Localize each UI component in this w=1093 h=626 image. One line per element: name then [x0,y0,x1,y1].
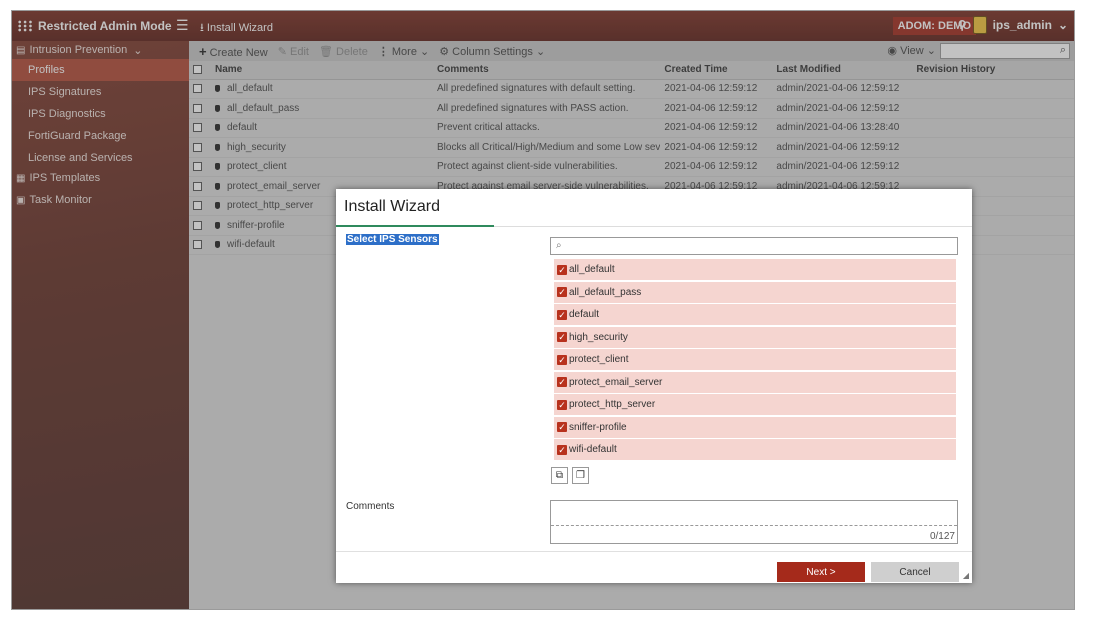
sensor-label: all_default [569,264,615,275]
sensor-option[interactable]: ✓ all_default [554,259,956,280]
list-actions: ⧉ ❐ [551,467,589,484]
select-all-icon[interactable]: ⧉ [551,467,568,484]
divider [336,551,972,552]
sensor-label: sniffer-profile [569,421,627,433]
comments-field[interactable]: 0/127 [550,500,958,544]
sensor-label: default [569,309,600,320]
sensor-option[interactable]: ✓ high_security [554,326,956,348]
sensor-label: wifi-default [569,444,617,455]
sensor-label: all_default_pass [569,286,642,298]
checkbox-checked-icon[interactable]: ✓ [557,354,567,365]
checkbox-checked-icon[interactable]: ✓ [557,332,567,342]
sensors-label: Select IPS Sensors [346,234,439,245]
sensor-label: protect_email_server [569,376,663,388]
checkbox-checked-icon[interactable]: ✓ [557,377,567,387]
sensor-option[interactable]: ✓ sniffer-profile [554,416,956,438]
comments-label: Comments [346,501,395,512]
sensor-option[interactable]: ✓ all_default_pass [554,281,956,303]
copy-icon[interactable]: ❐ [572,467,589,484]
checkbox-checked-icon[interactable]: ✓ [557,422,567,432]
checkbox-checked-icon[interactable]: ✓ [557,444,567,455]
checkbox-checked-icon[interactable]: ✓ [557,399,567,410]
sensor-option[interactable]: ✓ protect_http_server [554,394,956,415]
install-wizard-dialog: Install Wizard Select IPS Sensors ⌕ ✓ all… [336,189,972,583]
dialog-title: Install Wizard [344,198,441,215]
cancel-button[interactable]: Cancel [871,562,959,582]
sensor-list: ✓ all_default ✓ all_default_pass ✓ default ✓ hi… [554,259,956,462]
sensor-option[interactable]: ✓ wifi-default [554,439,956,460]
step-indicator [336,225,494,227]
sensor-label: high_security [569,331,628,343]
next-button[interactable]: Next > [777,562,865,582]
sensor-option[interactable]: ✓ protect_client [554,349,956,370]
search-icon: ⌕ [556,240,562,251]
divider [551,525,957,526]
sensor-option[interactable]: ✓ default [554,304,956,325]
sensor-search-input[interactable]: ⌕ [550,237,958,255]
checkbox-checked-icon[interactable]: ✓ [557,264,567,275]
char-count: 0/127 [929,531,955,542]
sensor-label: protect_http_server [569,399,656,410]
resize-grip-icon[interactable]: ◢ [963,571,969,580]
sensor-label: protect_client [569,354,629,365]
sensor-option[interactable]: ✓ protect_email_server [554,371,956,393]
checkbox-checked-icon[interactable]: ✓ [557,309,567,320]
checkbox-checked-icon[interactable]: ✓ [557,287,567,297]
app-window: Restricted Admin Mode ☰ ⭳ Install Wizard… [11,10,1075,610]
